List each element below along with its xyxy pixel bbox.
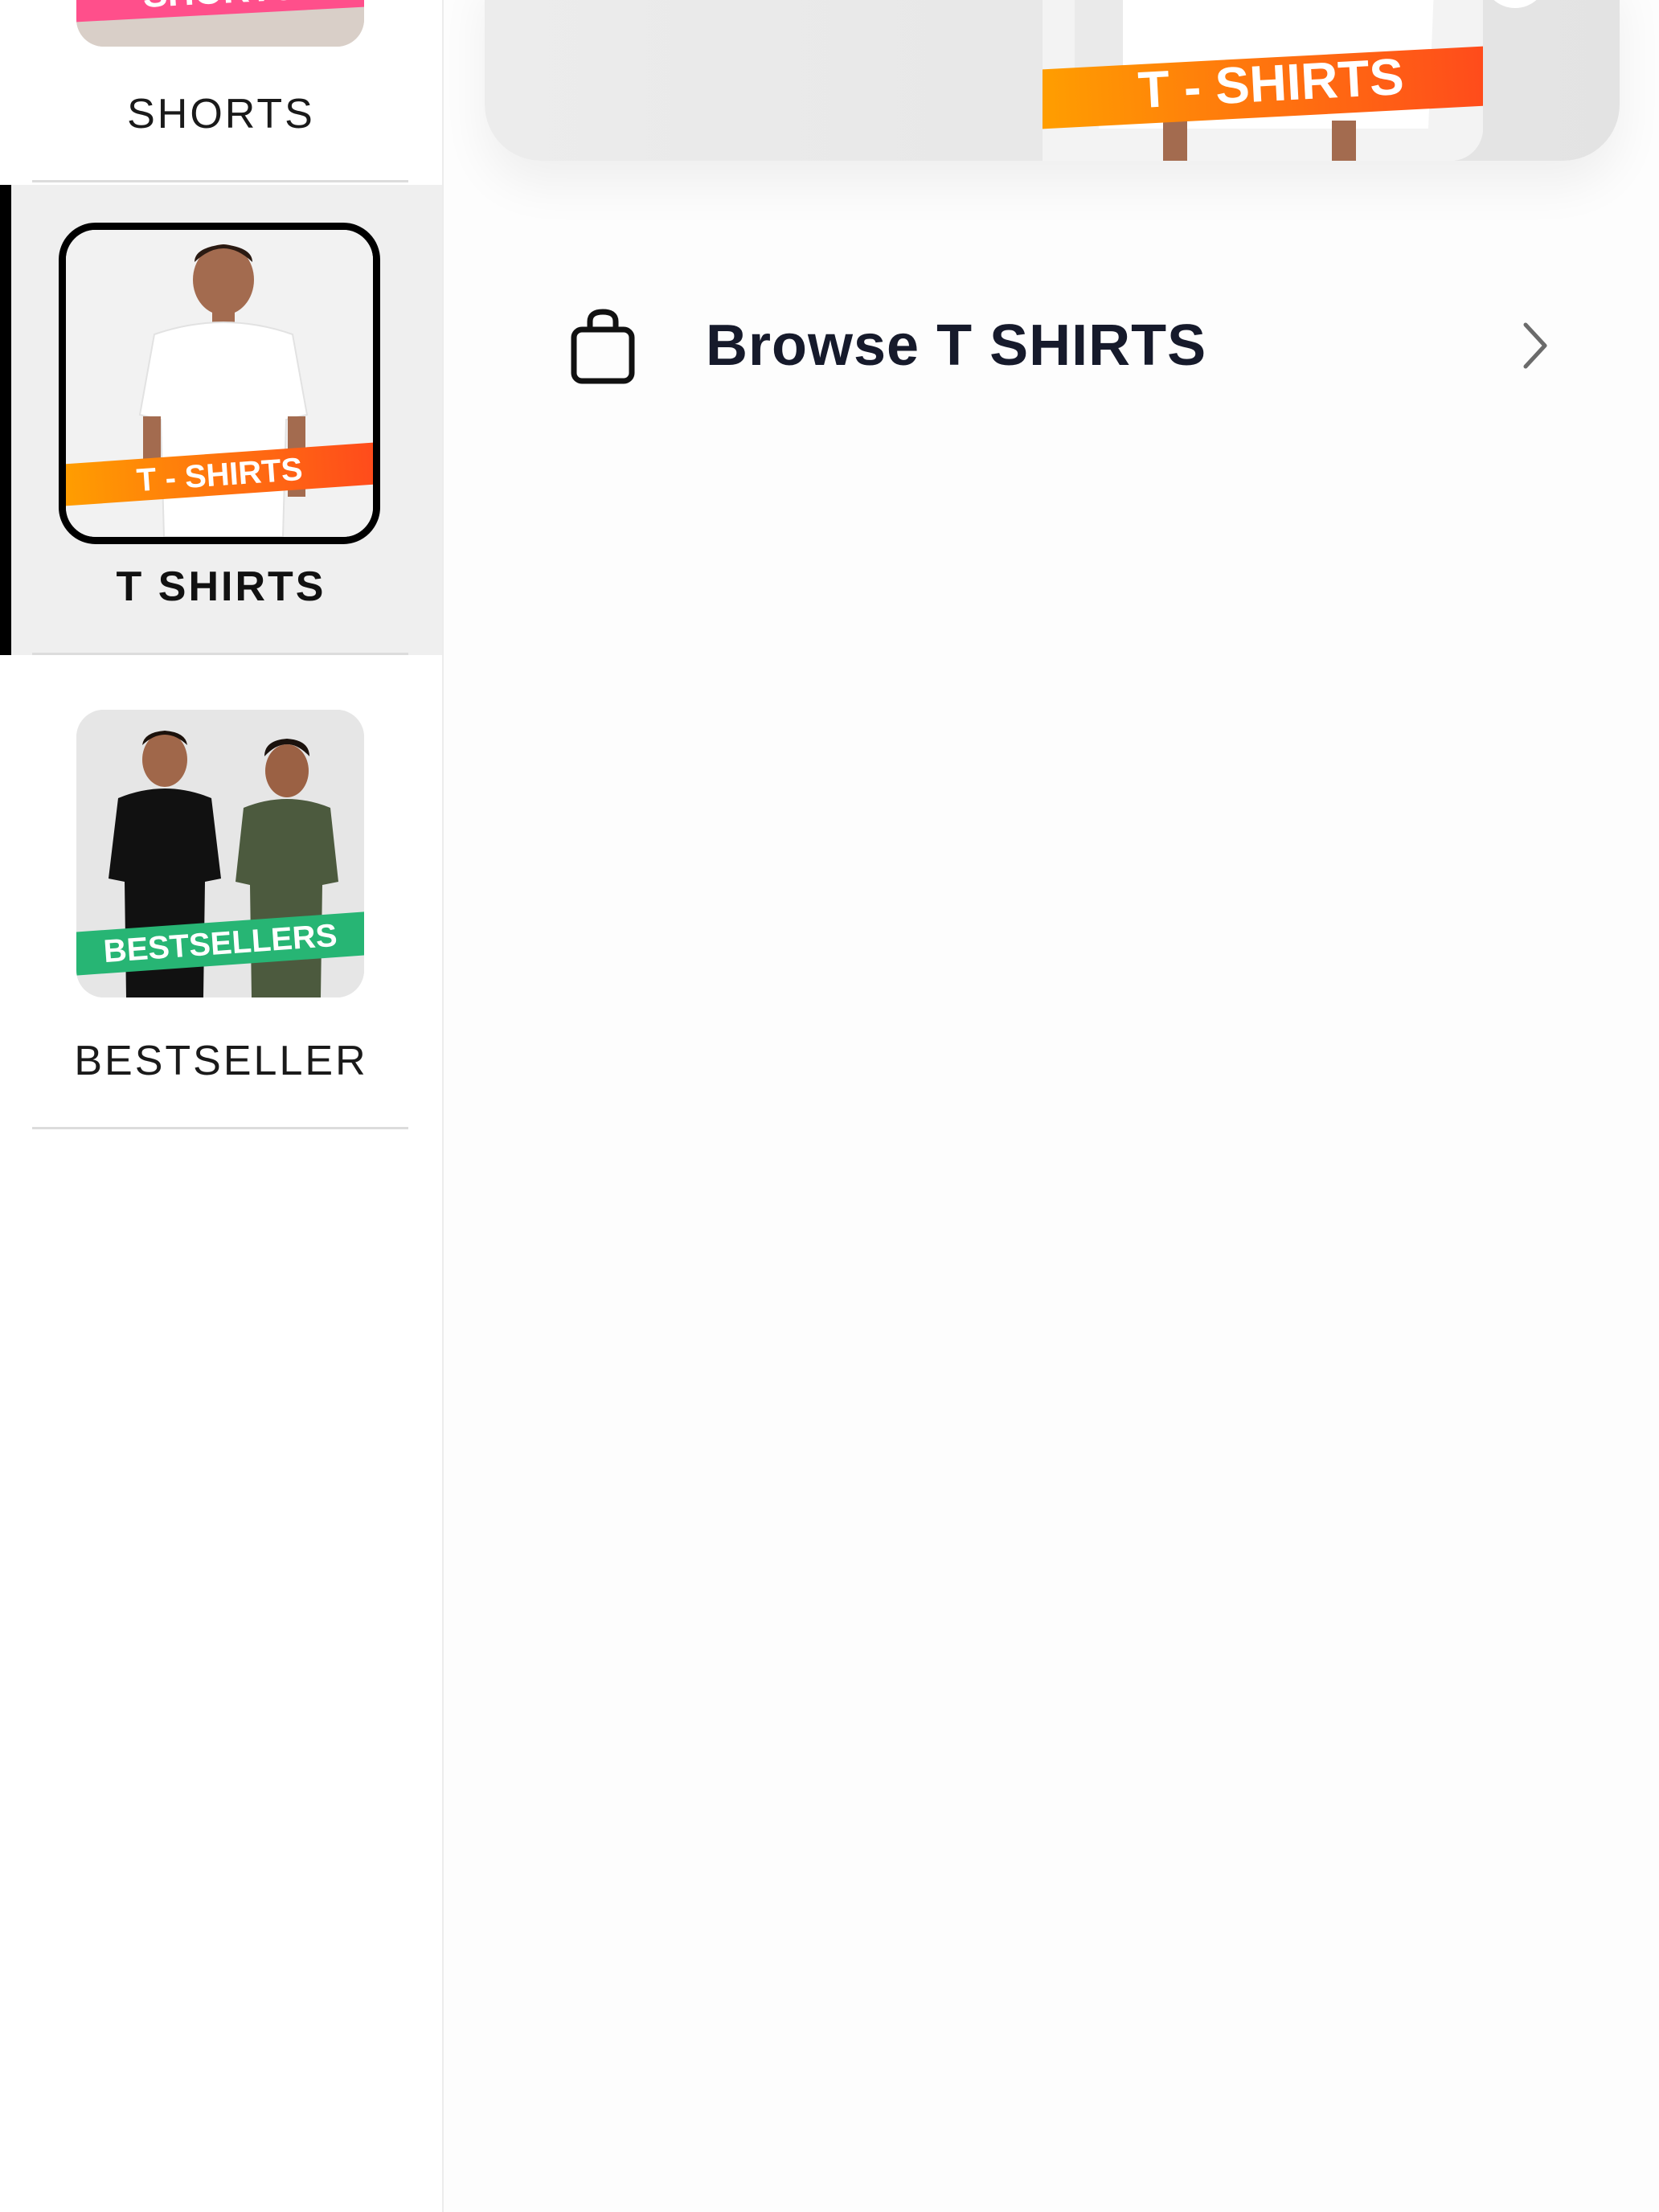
banner-indicator [1483, 0, 1547, 8]
t-shirts-image: T - SHIRTS [66, 230, 373, 537]
shorts-thumbnail: SHORTS [76, 0, 364, 47]
browse-label: Browse T SHIRTS [706, 313, 1207, 378]
category-sidebar: SHORTS SHORTS [0, 0, 444, 2212]
category-banner[interactable]: T - SHIRTS [485, 0, 1620, 161]
divider [32, 180, 408, 182]
shorts-image: SHORTS [76, 0, 364, 47]
sidebar-item-t-shirts[interactable]: T - SHIRTS T SHIRTS [0, 185, 442, 655]
sidebar-item-bestseller[interactable]: BESTSELLERS BESTSELLER [0, 655, 442, 1129]
bestseller-thumbnail: BESTSELLERS [76, 710, 364, 997]
sidebar-item-label: BESTSELLER [74, 1038, 368, 1084]
banner-image: T - SHIRTS [1043, 0, 1483, 161]
banner-tshirt-image: T - SHIRTS [1043, 0, 1483, 161]
bestseller-image: BESTSELLERS [76, 710, 364, 997]
sidebar-item-shorts[interactable]: SHORTS SHORTS [0, 0, 442, 185]
shopping-bag-icon [563, 301, 651, 390]
t-shirts-thumbnail: T - SHIRTS [59, 223, 380, 544]
browse-category-row[interactable]: Browse T SHIRTS [563, 297, 1559, 394]
chevron-right-icon [1511, 313, 1559, 378]
sidebar-item-label: T SHIRTS [116, 563, 326, 610]
divider [32, 1127, 408, 1129]
sidebar-item-label: SHORTS [127, 91, 315, 137]
